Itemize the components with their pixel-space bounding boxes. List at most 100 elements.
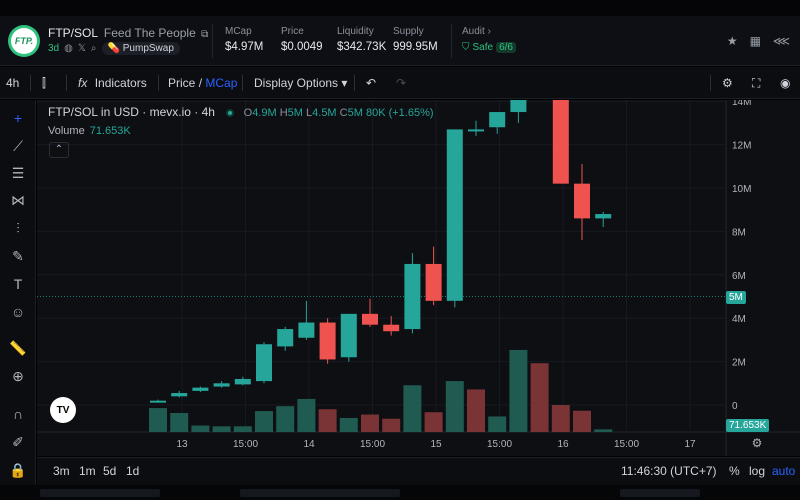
- globe-icon[interactable]: ◍: [64, 43, 73, 54]
- stat-label: Price: [281, 26, 304, 37]
- tradingview-logo[interactable]: TV: [50, 397, 76, 423]
- candle-body: [404, 263, 421, 330]
- volume-bar: [467, 389, 485, 432]
- collapse-legend-button[interactable]: ⌃: [49, 142, 69, 158]
- toolbar-divider: [242, 75, 243, 91]
- display-options-dropdown[interactable]: Display Options ▾: [254, 76, 347, 90]
- candle-body: [277, 329, 294, 347]
- candle-body: [574, 183, 590, 219]
- volume-bar: [424, 412, 443, 432]
- shield-check-icon: ⛉: [462, 42, 470, 53]
- undo-icon[interactable]: ↶: [366, 76, 376, 90]
- fullscreen-icon[interactable]: ⛶: [752, 76, 760, 91]
- audit-label: Audit ›: [462, 26, 491, 37]
- share-icon[interactable]: ⋘: [773, 34, 790, 48]
- pattern-icon[interactable]: ⋈: [8, 190, 28, 210]
- clock[interactable]: 11:46:30 (UTC+7): [621, 464, 717, 478]
- stat-value: $4.97M: [225, 41, 264, 53]
- brush-icon[interactable]: ✎: [8, 246, 28, 266]
- dex-chip[interactable]: 💊 PumpSwap: [101, 42, 180, 55]
- axis-settings-icon: ⚙: [752, 436, 763, 450]
- chart-title: FTP/SOL in USD · mevx.io · 4h: [48, 105, 215, 119]
- price-mcap-toggle[interactable]: Price / MCap: [168, 76, 237, 90]
- camera-icon[interactable]: ◉: [780, 76, 790, 90]
- range-1d[interactable]: 1d: [126, 464, 139, 478]
- candle-body: [298, 322, 315, 338]
- toolbar-divider: [354, 75, 355, 91]
- candle-body: [446, 129, 463, 301]
- text-icon[interactable]: T: [8, 274, 28, 294]
- candle-body: [256, 344, 272, 382]
- token-logo-text: FTP.: [11, 28, 37, 54]
- volume-bar: [212, 426, 231, 432]
- percent-toggle[interactable]: %: [729, 464, 740, 478]
- volume-legend: Volume 71.653K: [48, 125, 131, 137]
- x-tick-label: 14: [303, 439, 315, 450]
- toolbar-divider: [158, 75, 159, 91]
- candle-body: [234, 378, 251, 385]
- trend-line-icon[interactable]: ⟋: [8, 136, 28, 156]
- visibility-dot-icon[interactable]: [226, 109, 235, 117]
- volume-bar: [530, 363, 549, 432]
- range-3m[interactable]: 3m: [53, 464, 70, 478]
- caret-down-icon: ▾: [341, 76, 348, 90]
- horizontal-lines-icon[interactable]: ☰: [8, 163, 28, 183]
- magnet-icon[interactable]: ∩: [8, 404, 28, 424]
- stat-value: $0.0049: [281, 41, 323, 53]
- x-tick-label: 17: [684, 439, 696, 450]
- volume-bar: [276, 406, 295, 432]
- audit-panel[interactable]: Audit › ⛉ Safe 6/6: [462, 26, 516, 53]
- y-tick-label: 10M: [732, 184, 751, 195]
- audit-status-text: Safe: [472, 42, 494, 53]
- indicators-button[interactable]: fx Indicators: [78, 76, 147, 90]
- drawing-toolbar: + ⟋ ☰ ⋈ ⫶ ✎ T ☺ 📏 ⊕ ∩ ✐ 🔒: [0, 100, 36, 485]
- ruler-icon[interactable]: 📏: [8, 338, 28, 358]
- redo-icon[interactable]: ↷: [396, 76, 406, 90]
- stat-value: 999.95M: [393, 41, 438, 53]
- auto-toggle[interactable]: auto: [772, 464, 795, 478]
- star-icon[interactable]: ★: [727, 34, 738, 48]
- range-5d[interactable]: 5d: [103, 464, 116, 478]
- copy-icon[interactable]: ⧉: [201, 29, 208, 40]
- toolbar-divider: [710, 75, 711, 91]
- price-chart[interactable]: 14M 12M 10M 8M 6M 4M 2M 0 13 15:00 14 15:00 15 15:00 1…: [37, 100, 800, 456]
- candle-body: [489, 112, 506, 128]
- volume-bar: [382, 418, 401, 432]
- candle-body: [319, 322, 336, 360]
- fib-icon[interactable]: ⫶: [8, 218, 28, 238]
- candle-body: [340, 313, 357, 358]
- emoji-icon[interactable]: ☺: [8, 302, 28, 322]
- pencil-lock-icon[interactable]: ✐: [8, 432, 28, 452]
- toolbar-divider: [66, 75, 67, 91]
- log-toggle[interactable]: log: [749, 464, 765, 478]
- calculator-icon[interactable]: ▦: [750, 34, 761, 48]
- chart-area[interactable]: 14M 12M 10M 8M 6M 4M 2M 0 13 15:00 14 15:00 15 15:00 1…: [37, 100, 800, 456]
- candle-body: [150, 400, 166, 403]
- y-tick-label: 8M: [732, 227, 746, 238]
- volume-bar: [339, 417, 358, 432]
- range-1m[interactable]: 1m: [79, 464, 96, 478]
- volume-bar: [509, 349, 528, 432]
- x-tick-label: 16: [557, 439, 569, 450]
- x-twitter-icon[interactable]: 𝕏: [78, 43, 86, 54]
- y-tick-label: 12M: [732, 141, 751, 152]
- pair-title: FTP/SOL Feed The People ⧉: [48, 26, 208, 40]
- x-tick-label: 15:00: [360, 439, 385, 450]
- header-divider: [451, 24, 452, 58]
- y-tick-label: 2M: [732, 358, 746, 369]
- pair-name: FTP/SOL: [48, 26, 98, 40]
- volume-bar: [445, 381, 464, 432]
- search-icon[interactable]: ⌕: [91, 43, 97, 54]
- function-icon: fx: [78, 76, 88, 90]
- x-tick-label: 15:00: [233, 439, 258, 450]
- zoom-in-icon[interactable]: ⊕: [8, 366, 28, 386]
- y-tick-label: 0: [732, 401, 738, 412]
- candle-type-icon[interactable]: ⫿: [42, 76, 46, 91]
- candle-body: [552, 100, 569, 184]
- settings-icon[interactable]: ⚙: [722, 76, 733, 90]
- footer-strip: [0, 485, 800, 500]
- crosshair-icon[interactable]: +: [8, 108, 28, 128]
- lock-icon[interactable]: 🔒: [8, 460, 28, 480]
- candle-body: [213, 383, 230, 387]
- interval-button[interactable]: 4h: [6, 76, 19, 90]
